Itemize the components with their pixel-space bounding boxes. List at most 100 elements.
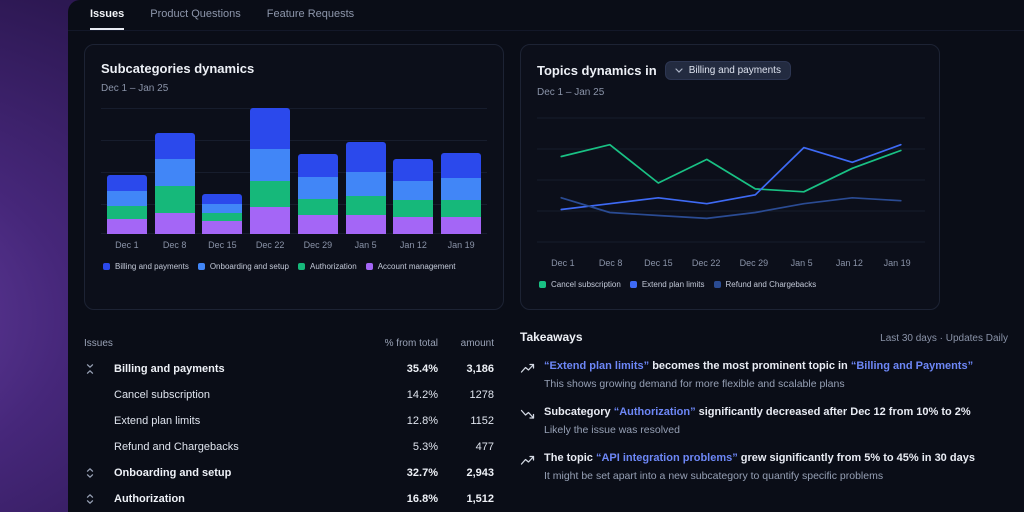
bar-segment-onboarding-and-setup: [202, 204, 243, 213]
bar-segment-onboarding-and-setup: [106, 191, 147, 207]
bar-chart-legend: Billing and payments Onboarding and setup…: [101, 262, 487, 271]
x-tick-label: Dec 22: [691, 258, 721, 268]
bar-segment-authorization: [154, 185, 195, 213]
x-tick-label: Jan 5: [354, 240, 377, 250]
bar-stack: [345, 142, 386, 234]
bar-segment-authorization: [202, 212, 243, 222]
legend-dot: [629, 281, 637, 288]
takeaway-link[interactable]: “Billing and Payments”: [851, 360, 973, 372]
bar-stack: [297, 153, 338, 234]
table-row-authorization[interactable]: Authorization 16.8% 1,512: [84, 486, 504, 512]
tab-issues[interactable]: Issues: [90, 8, 125, 30]
bar-segment-account-management: [154, 212, 195, 234]
x-tick-label: Dec 29: [739, 258, 769, 268]
takeaway-segment: Subcategory: [544, 405, 614, 418]
subcategories-date-range: Dec 1 – Jan 25: [101, 83, 169, 94]
bar-column-dec-1: [103, 106, 151, 234]
row-name: Extend plan limits: [114, 415, 201, 427]
row-percent: 16.8%: [406, 493, 438, 505]
expand-icon[interactable]: [84, 467, 114, 479]
takeaway-link[interactable]: “Extend plan limits”: [544, 360, 649, 372]
takeaway-text: The topic “API integration problems” gre…: [544, 451, 975, 482]
row-percent: 5.3%: [412, 441, 438, 453]
bar-x-axis-labels: Dec 1 Dec 8 Dec 15 Dec 22 Dec 29 Jan 5 Jan 12 J…: [101, 240, 487, 250]
takeaway-item: The topic “API integration problems” gre…: [520, 451, 1008, 482]
line-chart-legend: Cancel subscription Extend plan limits Ref…: [537, 280, 923, 289]
table-row-onboarding-and-setup[interactable]: Onboarding and setup 32.7% 2,943: [84, 460, 504, 486]
bar-segment-billing-and-payments: [297, 153, 338, 178]
bar-segment-onboarding-and-setup: [154, 159, 195, 186]
x-tick-label: Dec 1: [115, 240, 139, 250]
takeaway-headline: Subcategory “Authorization” significantl…: [544, 405, 971, 420]
legend-label: Refund and Chargebacks: [725, 280, 817, 289]
bar-segment-onboarding-and-setup: [345, 172, 386, 196]
x-tick-label: Dec 22: [255, 240, 285, 250]
takeaway-item: “Extend plan limits” becomes the most pr…: [520, 359, 1008, 390]
chevron-down-icon: [675, 68, 683, 73]
legend-label: Account management: [377, 262, 456, 271]
topic-selector-label: Billing and payments: [688, 65, 781, 76]
bar-segment-billing-and-payments: [250, 108, 291, 149]
table-row-billing-and-payments[interactable]: Billing and payments 35.4% 3,186: [84, 356, 504, 382]
row-name: Refund and Chargebacks: [114, 441, 239, 453]
issues-column-header: Issues: [84, 337, 113, 349]
legend-label: Cancel subscription: [551, 280, 621, 289]
legend-dot: [365, 263, 373, 270]
row-amount: 1,512: [466, 493, 494, 505]
bar-stack: [154, 132, 195, 234]
line-series-refund-and-chargebacks: [560, 196, 902, 220]
bar-segment-account-management: [297, 214, 338, 234]
bar-segment-billing-and-payments: [345, 142, 386, 173]
bar-segment-billing-and-payments: [441, 152, 482, 179]
row-amount: 2,943: [466, 467, 494, 479]
pct-column-header: % from total: [384, 337, 438, 349]
takeaways-meta: Last 30 days · Updates Daily: [880, 333, 1008, 344]
subcategories-card-title: Subcategories dynamics: [101, 61, 255, 76]
bar-segment-authorization: [250, 180, 291, 208]
takeaway-item: Subcategory “Authorization” significantl…: [520, 405, 1008, 436]
bar-segment-onboarding-and-setup: [250, 148, 291, 181]
tab-product-questions[interactable]: Product Questions: [150, 8, 241, 30]
bar-segment-authorization: [393, 199, 434, 217]
bar-segment-billing-and-payments: [154, 132, 195, 160]
collapse-icon[interactable]: [84, 363, 114, 375]
x-tick-label: Jan 5: [790, 258, 813, 268]
line-series-cancel-subscription: [560, 143, 902, 193]
takeaway-link[interactable]: “API integration problems”: [596, 452, 738, 464]
table-row-extend-plan-limits: Extend plan limits 12.8% 1152: [84, 408, 504, 434]
bar-segment-authorization: [106, 206, 147, 220]
takeaway-segment: The topic: [544, 451, 596, 464]
takeaway-headline: The topic “API integration problems” gre…: [544, 451, 975, 466]
row-percent: 12.8%: [406, 415, 438, 427]
row-percent: 35.4%: [406, 363, 438, 375]
takeaway-segment: becomes the most prominent topic in: [649, 360, 851, 372]
legend-item-authorization: Authorization: [298, 262, 357, 271]
line-x-axis-labels: Dec 1 Dec 8 Dec 15 Dec 22 Dec 29 Jan 5 Jan 12 J…: [537, 258, 923, 268]
trend-up-icon: [520, 359, 536, 390]
bar-column-dec-8: [151, 106, 199, 234]
bar-segment-billing-and-payments: [106, 175, 147, 192]
legend-dot: [713, 281, 721, 288]
tab-feature-requests[interactable]: Feature Requests: [267, 8, 354, 30]
x-tick-label: Jan 12: [399, 240, 427, 250]
takeaway-link[interactable]: “Authorization”: [614, 406, 696, 418]
trend-up-icon: [520, 451, 536, 482]
dashboard-panel: Issues Product Questions Feature Request…: [68, 0, 1024, 512]
bar-stack: [250, 108, 291, 234]
legend-label: Onboarding and setup: [209, 262, 289, 271]
bar-segment-account-management: [202, 221, 243, 234]
bar-segment-authorization: [297, 198, 338, 215]
legend-item-extend-plan-limits: Extend plan limits: [629, 280, 705, 289]
legend-item-refund-and-chargebacks: Refund and Chargebacks: [713, 280, 817, 289]
bar-column-dec-15: [199, 106, 247, 234]
table-row-refund-and-chargebacks: Refund and Chargebacks 5.3% 477: [84, 434, 504, 460]
topic-selector-dropdown[interactable]: Billing and payments: [664, 61, 791, 80]
trend-down-icon: [520, 405, 536, 436]
issues-table-header: Issues % from total amount: [84, 330, 504, 356]
legend-label: Authorization: [310, 262, 357, 271]
takeaway-note: This shows growing demand for more flexi…: [544, 377, 845, 390]
stacked-bar-chart: [101, 106, 487, 234]
bar-segment-authorization: [441, 199, 482, 217]
subcategories-card: Subcategories dynamics Dec 1 – Jan 25 De…: [84, 44, 504, 310]
expand-icon[interactable]: [84, 493, 114, 505]
